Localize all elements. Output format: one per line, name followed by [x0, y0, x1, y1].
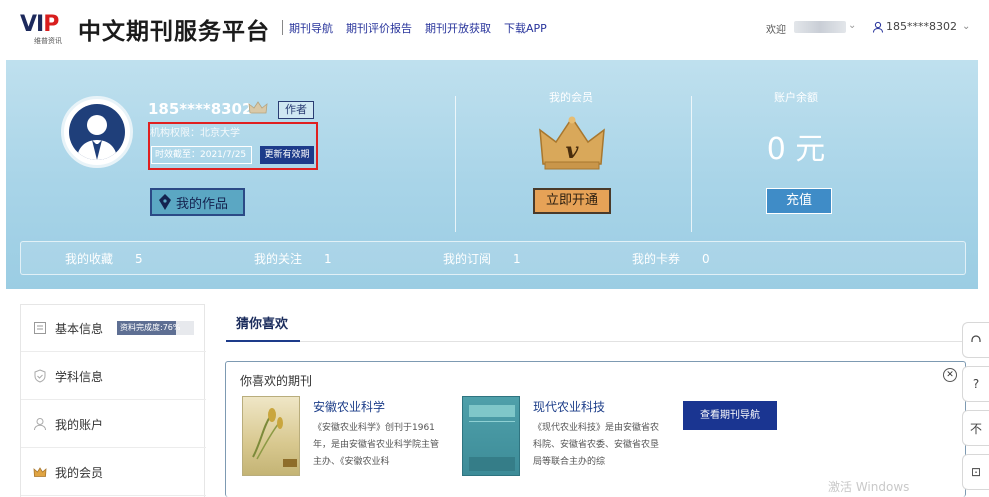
sidebar-item-label: 我的账户 [55, 417, 104, 432]
sidebar-item-my-membership[interactable]: 我的会员 [21, 449, 206, 496]
sidebar-item-subject-info[interactable]: 学科信息 [21, 353, 206, 400]
user-icon [34, 418, 46, 431]
journal-desc-2: 《现代农业科技》是由安徽省农科院、安徽省农委、安徽省农垦局等联合主办的综 [533, 423, 660, 467]
tab-recommendations[interactable]: 猜你喜欢 [236, 313, 288, 332]
help-float-button[interactable]: ? [962, 366, 989, 402]
pen-icon [159, 194, 171, 210]
journal-cover-1[interactable] [242, 396, 300, 476]
nav-download-app[interactable]: 下载APP [504, 20, 547, 36]
renew-button[interactable]: 更新有效期 [260, 146, 314, 164]
tab-baseline [226, 341, 966, 342]
nav-divider [282, 20, 283, 35]
recommendation-title: 你喜欢的期刊 [240, 374, 313, 388]
chevron-down-icon: ⌄ [962, 21, 971, 32]
welcome-text: 欢迎 [766, 25, 786, 36]
profile-username: 185****8302 [148, 100, 253, 118]
stat-value: 1 [324, 252, 332, 266]
windows-activation-watermark: 激活 Windows [828, 480, 910, 494]
valid-until: 时效截至：2021/7/25 [151, 146, 252, 164]
screen-icon: ⊡ [970, 465, 982, 479]
cover-art [469, 405, 515, 471]
sidebar-item-label: 我的会员 [55, 465, 104, 480]
user-icon [873, 21, 883, 33]
profile-banner: 185****8302 作者 机构权限：北京大学 时效截至：2021/7/25 … [6, 60, 978, 289]
cover-art [252, 408, 297, 467]
tab-active-indicator [226, 340, 300, 342]
sidebar-item-my-account[interactable]: 我的账户 [21, 401, 206, 448]
org-permission: 机构权限：北京大学 [150, 128, 240, 139]
top-nav: 期刊导航 期刊评价报告 期刊开放获取 下载APP [289, 20, 547, 36]
author-badge: 作者 [278, 101, 314, 119]
help-icon: ? [972, 377, 980, 391]
nav-journal-guide[interactable]: 期刊导航 [289, 20, 333, 36]
logo-mark: VIP [20, 12, 59, 37]
my-works-label: 我的作品 [176, 196, 229, 212]
user-menu[interactable]: 185****8302 ⌄ [872, 20, 970, 33]
stat-favorites[interactable]: 我的收藏 5 [65, 250, 143, 267]
chevron-down-icon[interactable]: ⌄ [848, 20, 856, 31]
crown-icon [248, 101, 268, 114]
stats-bar: 我的收藏 5 我的关注 1 我的订阅 1 我的卡券 0 [20, 241, 966, 275]
my-works-button[interactable]: 我的作品 [150, 188, 245, 216]
top-username: 185****8302 [886, 20, 957, 33]
completion-badge: 资料完成度:76% [117, 321, 195, 335]
vip-logo[interactable]: VIP 维普资讯 [20, 12, 72, 46]
divider [691, 96, 692, 232]
journal-desc-1: 《安徽农业科学》创刊于1961年，是由安徽省农业科学院主管主办、《安徽农业科 [313, 423, 440, 467]
stat-label: 我的收藏 [65, 252, 114, 266]
stat-value: 5 [135, 252, 143, 266]
crown-icon [33, 467, 47, 477]
stat-label: 我的订阅 [443, 252, 492, 266]
stat-value: 1 [513, 252, 521, 266]
profile-card-icon [34, 322, 46, 334]
recharge-button[interactable]: 充值 [766, 188, 832, 214]
balance-value: 0 元 [766, 132, 826, 167]
stat-label: 我的关注 [254, 252, 303, 266]
crown-letter: v [566, 138, 579, 164]
membership-title: 我的会员 [549, 91, 593, 104]
stat-label: 我的卡券 [632, 252, 681, 266]
avatar-person-icon [69, 104, 125, 160]
avatar[interactable] [61, 96, 133, 168]
float-glyph: 不 [969, 421, 982, 436]
stat-follows[interactable]: 我的关注 1 [254, 250, 332, 267]
logo-subtitle: 维普资讯 [34, 37, 62, 45]
feedback-float-button[interactable] [962, 322, 989, 358]
browse-journals-button[interactable]: 查看期刊导航 [683, 401, 777, 430]
journal-cover-2[interactable] [462, 396, 520, 476]
sidebar-item-basic-info[interactable]: 基本信息 资料完成度:76% [21, 305, 206, 352]
stat-coupons[interactable]: 我的卡券 0 [632, 250, 710, 267]
balance-title: 账户余额 [774, 91, 818, 104]
float-button-3[interactable]: 不 [962, 410, 989, 446]
open-membership-button[interactable]: 立即开通 [533, 188, 611, 214]
blurred-name [794, 21, 846, 33]
nav-open-access[interactable]: 期刊开放获取 [425, 20, 491, 36]
site-title: 中文期刊服务平台 [78, 19, 270, 45]
sidebar: 基本信息 资料完成度:76% 学科信息 我的账户 我的会员 [20, 304, 206, 497]
vip-crown-icon: v [539, 116, 605, 170]
journal-name-1[interactable]: 安徽农业科学 [313, 398, 385, 415]
stat-value: 0 [702, 252, 710, 266]
float-button-4[interactable]: ⊡ [962, 454, 989, 490]
nav-journal-report[interactable]: 期刊评价报告 [346, 20, 412, 36]
sidebar-item-label: 学科信息 [55, 369, 104, 384]
divider [455, 96, 456, 232]
completion-label: 资料完成度:76% [120, 323, 181, 332]
sidebar-item-label: 基本信息 [55, 321, 104, 336]
stat-subscriptions[interactable]: 我的订阅 1 [443, 250, 521, 267]
top-bar: VIP 维普资讯 中文期刊服务平台 期刊导航 期刊评价报告 期刊开放获取 下载A… [0, 0, 989, 58]
journal-name-2[interactable]: 现代农业科技 [533, 398, 605, 415]
shield-icon [34, 369, 46, 383]
headset-icon [971, 335, 981, 342]
close-icon[interactable]: ✕ [943, 368, 957, 382]
